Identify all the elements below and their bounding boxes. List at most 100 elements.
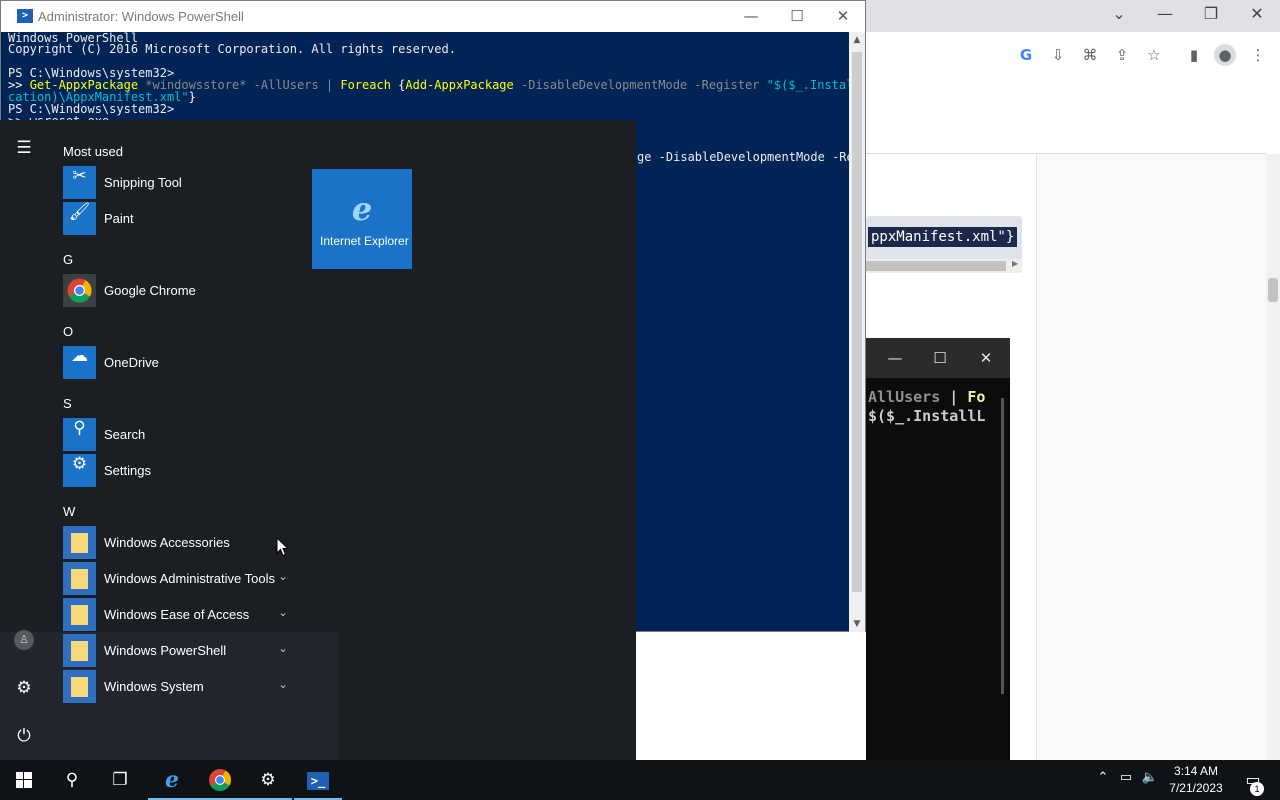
profile-avatar-icon[interactable]: ●	[1214, 44, 1236, 66]
snipping-tool-icon: ✂	[63, 166, 96, 199]
clock-time: 3:14 AM	[1173, 764, 1219, 778]
folder-windows-accessories[interactable]: Windows Accessories	[63, 526, 303, 560]
show-hidden-icons-chevron-icon[interactable]: ⌃	[1094, 770, 1112, 790]
chrome-minimize-button[interactable]: —	[1153, 4, 1177, 26]
mouse-pointer-icon	[276, 537, 290, 557]
folder-windows-powershell[interactable]: Windows PowerShell ⌄	[63, 634, 303, 668]
user-account-icon[interactable]: ♙	[14, 630, 34, 650]
terminal-scrollbar[interactable]	[1001, 398, 1004, 694]
search-icon: ⚲	[63, 418, 96, 451]
share-icon[interactable]: ⇪	[1111, 44, 1133, 66]
app-settings[interactable]: ⚙ Settings	[63, 454, 303, 488]
taskbar: ⚲ ❐ e ⚙ >_ ⌃ ▭ 🔈 3:14 AM 7/21/2023 ▭ 1	[0, 760, 1280, 800]
maximize-button[interactable]: ☐	[777, 4, 817, 28]
folder-icon	[63, 526, 96, 559]
clock[interactable]: 3:14 AM 7/21/2023	[1160, 763, 1232, 797]
paint-icon: 🖌	[63, 202, 96, 235]
settings-icon: ⚙	[63, 454, 96, 487]
group-header-w[interactable]: W	[63, 504, 75, 519]
taskbar-settings-icon[interactable]: ⚙	[244, 760, 292, 800]
task-view-icon[interactable]: ❐	[96, 760, 144, 800]
folder-windows-system[interactable]: Windows System ⌄	[63, 670, 303, 704]
close-button[interactable]: ✕	[823, 4, 863, 28]
scroll-down-arrow-icon[interactable]: ▼	[849, 616, 865, 632]
chrome-restore-button[interactable]: ❐	[1199, 4, 1223, 26]
google-lens-icon[interactable]: G	[1015, 44, 1037, 66]
scrollbar-thumb[interactable]	[866, 261, 1006, 271]
folder-windows-administrative-tools[interactable]: Windows Administrative Tools ⌄	[63, 562, 303, 596]
minimize-button[interactable]: —	[731, 4, 771, 28]
page-vertical-scrollbar[interactable]	[1266, 154, 1280, 760]
bookmark-star-icon[interactable]: ☆	[1143, 44, 1165, 66]
folder-icon	[63, 670, 96, 703]
chevron-down-icon[interactable]: ⌄	[275, 569, 291, 585]
app-snipping-tool[interactable]: ✂ Snipping Tool	[63, 166, 303, 200]
console-line: Copyright (C) 2016 Microsoft Corporation…	[8, 42, 456, 56]
group-header-o[interactable]: O	[63, 324, 73, 339]
app-label: Google Chrome	[104, 283, 196, 298]
console-line: ge -DisableDevelopmentMode -Reg	[637, 150, 849, 164]
folder-label: Windows PowerShell	[104, 643, 227, 658]
taskbar-internet-explorer-icon[interactable]: e	[148, 760, 196, 800]
start-menu: ☰ ♙ ⚙ ⏻ Most used ✂ Snipping Tool 🖌 Pain…	[0, 120, 636, 760]
scrollbar-thumb[interactable]	[1268, 278, 1278, 302]
terminal-close-button[interactable]: ✕	[973, 346, 999, 370]
powershell-icon: >	[17, 9, 33, 23]
volume-muted-icon[interactable]: 🔈	[1141, 770, 1159, 790]
chevron-down-icon[interactable]: ⌄	[275, 641, 291, 657]
app-label: Snipping Tool	[104, 175, 182, 190]
code-snippet: ppxManifest.xml"}	[868, 227, 1018, 247]
onedrive-icon: ☁	[63, 346, 96, 379]
app-onedrive[interactable]: ☁ OneDrive	[63, 346, 303, 380]
clock-date: 7/21/2023	[1169, 781, 1223, 795]
folder-icon	[63, 598, 96, 631]
chevron-down-icon[interactable]: ⌄	[275, 677, 291, 693]
tile-label: Internet Explorer	[320, 234, 409, 248]
chevron-down-icon[interactable]: ⌄	[275, 605, 291, 621]
start-button[interactable]	[0, 760, 48, 800]
terminal-minimize-button[interactable]: —	[882, 346, 908, 370]
start-rail: ☰ ♙ ⚙ ⏻	[0, 120, 48, 760]
side-panel-icon[interactable]: ▮	[1183, 44, 1205, 66]
app-label: Search	[104, 427, 146, 442]
taskbar-chrome-icon[interactable]	[196, 760, 244, 800]
install-app-icon[interactable]: ⇩	[1047, 44, 1069, 66]
search-icon[interactable]: ⚲	[48, 760, 96, 800]
scroll-up-arrow-icon[interactable]: ▲	[849, 32, 865, 48]
group-header-g[interactable]: G	[63, 252, 73, 267]
internet-explorer-icon: e	[351, 190, 373, 228]
folder-icon	[63, 634, 96, 667]
folder-icon	[63, 562, 96, 595]
app-label: Paint	[104, 211, 134, 226]
folder-label: Windows Accessories	[104, 535, 230, 550]
app-label: OneDrive	[104, 355, 159, 370]
app-label: Settings	[104, 463, 151, 478]
chrome-close-button[interactable]: ✕	[1245, 4, 1269, 26]
scrollbar-thumb[interactable]	[852, 52, 862, 592]
terminal-line: AllUsers | Fo	[868, 388, 986, 406]
folder-label: Windows Administrative Tools	[104, 571, 275, 586]
folder-label: Windows System	[104, 679, 204, 694]
group-header-s[interactable]: S	[63, 396, 72, 411]
translate-icon[interactable]: ⌘	[1079, 44, 1101, 66]
tile-internet-explorer[interactable]: e Internet Explorer	[312, 169, 412, 269]
terminal-maximize-button[interactable]: ☐	[927, 346, 953, 370]
network-icon[interactable]: ▭	[1117, 770, 1135, 790]
power-icon[interactable]: ⏻	[8, 720, 40, 752]
app-paint[interactable]: 🖌 Paint	[63, 202, 303, 236]
page-sidebar	[1036, 154, 1266, 760]
folder-windows-ease-of-access[interactable]: Windows Ease of Access ⌄	[63, 598, 303, 632]
app-google-chrome[interactable]: Google Chrome	[63, 274, 303, 308]
scroll-right-arrow-icon[interactable]: ▶	[1012, 259, 1018, 268]
console-scrollbar[interactable]: ▲ ▼	[849, 32, 865, 632]
window-title: Administrator: Windows PowerShell	[38, 9, 244, 24]
code-block: ppxManifest.xml"}	[866, 216, 1022, 260]
taskbar-powershell-icon[interactable]: >_	[294, 760, 342, 800]
hamburger-menu-icon[interactable]: ☰	[8, 132, 40, 164]
chrome-menu-icon[interactable]: ⋮	[1247, 44, 1269, 66]
powershell-titlebar[interactable]: > Administrator: Windows PowerShell — ☐ …	[1, 1, 865, 32]
code-horizontal-scrollbar[interactable]: ▶	[866, 259, 1022, 273]
settings-gear-icon[interactable]: ⚙	[8, 672, 40, 704]
tab-search-chevron-icon[interactable]: ⌄	[1107, 4, 1131, 26]
app-search[interactable]: ⚲ Search	[63, 418, 303, 452]
